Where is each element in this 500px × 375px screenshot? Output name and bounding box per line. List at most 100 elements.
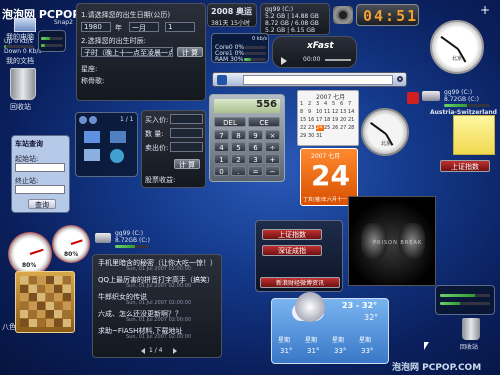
stock-qty-input[interactable] xyxy=(170,128,203,138)
game-cell[interactable] xyxy=(63,276,71,284)
calendar-day-cell[interactable]: 1 xyxy=(300,101,308,107)
game-cell[interactable] xyxy=(28,301,37,310)
calc-key[interactable]: − xyxy=(265,166,280,176)
game-cell[interactable] xyxy=(45,319,54,327)
birth-hour-select[interactable]: 子时（晚上十一点至凌晨一点） xyxy=(81,47,173,57)
game-cell[interactable] xyxy=(28,310,37,319)
calc-key[interactable]: 7 xyxy=(214,130,229,140)
calendar-day-cell[interactable]: 25 xyxy=(324,125,332,131)
train-query-button[interactable]: 查询 xyxy=(28,199,56,209)
calc-key[interactable]: × xyxy=(265,130,280,140)
calendar-day-cell[interactable]: 23 xyxy=(308,125,316,131)
calc-key[interactable]: 5 xyxy=(231,142,246,152)
explorer-network-icon[interactable] xyxy=(110,131,126,143)
game-cell[interactable] xyxy=(28,284,37,293)
calc-key[interactable]: 1 xyxy=(214,154,229,164)
explorer-forward-icon[interactable] xyxy=(89,116,97,124)
search-bar[interactable] xyxy=(212,72,407,87)
camera-icon[interactable] xyxy=(333,6,353,24)
gadget-add-icon[interactable]: + xyxy=(480,4,492,16)
calendar-day-cell[interactable]: 8 xyxy=(300,109,308,115)
game-cell[interactable] xyxy=(28,276,37,284)
game-cell[interactable] xyxy=(37,276,46,284)
game-cell[interactable] xyxy=(20,284,28,293)
calendar-day-cell[interactable]: 11 xyxy=(324,109,332,115)
train-to-input[interactable] xyxy=(15,185,65,194)
game-cell[interactable] xyxy=(45,284,54,293)
game-cell[interactable] xyxy=(20,310,28,319)
calc-key[interactable]: DEL xyxy=(214,117,246,127)
game-cell[interactable] xyxy=(45,310,54,319)
game-cell[interactable] xyxy=(20,319,28,327)
stock-calc-button[interactable]: 计 算 xyxy=(174,159,200,169)
my-computer-icon[interactable] xyxy=(14,18,36,32)
calendar-day-cell[interactable]: 21 xyxy=(348,117,356,123)
game-cell[interactable] xyxy=(28,319,37,327)
train-from-input[interactable] xyxy=(15,163,65,172)
calc-key[interactable]: 4 xyxy=(214,142,229,152)
calendar-day-cell[interactable]: 5 xyxy=(332,101,340,107)
calc-key[interactable]: 6 xyxy=(248,142,263,152)
birth-year-select[interactable]: 1980 xyxy=(81,22,111,32)
calendar-day-cell[interactable]: 28 xyxy=(348,125,356,131)
stock-link-index[interactable]: 上证指数 xyxy=(262,229,322,240)
game-cell[interactable] xyxy=(37,293,46,302)
calc-key[interactable]: . xyxy=(231,166,246,176)
calendar-day-cell[interactable]: 20 xyxy=(340,117,348,123)
explorer-folder-icon[interactable] xyxy=(84,131,100,143)
rss-next-icon[interactable] xyxy=(173,348,177,354)
game-cell[interactable] xyxy=(54,293,63,302)
game-cell[interactable] xyxy=(37,310,46,319)
game-cell[interactable] xyxy=(63,301,71,310)
game-cell[interactable] xyxy=(37,319,46,327)
game-cell[interactable] xyxy=(37,301,46,310)
stock-sell-input[interactable] xyxy=(170,142,203,152)
stock-link-sina[interactable]: 新浪财经微博资讯 xyxy=(260,277,340,288)
stock-buy-input[interactable] xyxy=(170,114,203,124)
calc-key[interactable]: 0 xyxy=(214,166,229,176)
game-cell[interactable] xyxy=(37,284,46,293)
calendar-day-cell[interactable]: 24 xyxy=(316,125,324,131)
search-go-icon[interactable] xyxy=(397,76,403,82)
calendar-day-cell[interactable]: 18 xyxy=(324,117,332,123)
calc-key[interactable]: + xyxy=(265,154,280,164)
game-cell[interactable] xyxy=(63,293,71,302)
birth-calc-button[interactable]: 计 算 xyxy=(177,47,203,57)
birth-day-select[interactable]: 1 xyxy=(165,22,195,32)
stock-link-shenzhen[interactable]: 深证成指 xyxy=(262,245,322,256)
explorer-computer-icon[interactable] xyxy=(84,149,100,161)
calc-key[interactable]: 9 xyxy=(248,130,263,140)
calendar-day-cell[interactable]: 30 xyxy=(308,133,316,139)
calendar-day-cell[interactable]: 29 xyxy=(300,133,308,139)
calc-key[interactable]: ÷ xyxy=(265,142,280,152)
game-cell[interactable] xyxy=(28,293,37,302)
media-play-icon[interactable] xyxy=(281,57,287,65)
calendar-day-cell[interactable]: 3 xyxy=(316,101,324,107)
calendar-day-cell[interactable]: 22 xyxy=(300,125,308,131)
sticky-note[interactable] xyxy=(453,115,495,155)
calc-key[interactable]: 2 xyxy=(231,154,246,164)
recycle-bin-full-icon[interactable] xyxy=(462,318,480,340)
calendar-day-cell[interactable]: 2 xyxy=(308,101,316,107)
game-cell[interactable] xyxy=(20,301,28,310)
game-cell[interactable] xyxy=(45,293,54,302)
game-cell[interactable] xyxy=(20,276,28,284)
game-cell[interactable] xyxy=(54,319,63,327)
calc-key[interactable]: 3 xyxy=(248,154,263,164)
calendar-day-cell[interactable]: 14 xyxy=(348,109,356,115)
media-volume-slider[interactable] xyxy=(325,59,351,61)
calendar-day-cell[interactable]: 13 xyxy=(340,109,348,115)
explorer-back-icon[interactable] xyxy=(79,116,87,124)
calc-key[interactable]: 8 xyxy=(231,130,246,140)
game-cell[interactable] xyxy=(54,301,63,310)
birth-month-select[interactable]: 一月 xyxy=(129,22,159,32)
calendar-day-cell[interactable]: 26 xyxy=(332,125,340,131)
calendar-day-cell[interactable]: 7 xyxy=(348,101,356,107)
calendar-day-cell[interactable]: 27 xyxy=(340,125,348,131)
calendar-day-cell[interactable]: 6 xyxy=(340,101,348,107)
side-panel-index-button[interactable]: 上证指数 xyxy=(440,160,490,172)
game-cell[interactable] xyxy=(54,310,63,319)
calendar-day-cell[interactable]: 4 xyxy=(324,101,332,107)
calendar-day-cell[interactable]: 19 xyxy=(332,117,340,123)
search-input[interactable] xyxy=(243,75,393,85)
